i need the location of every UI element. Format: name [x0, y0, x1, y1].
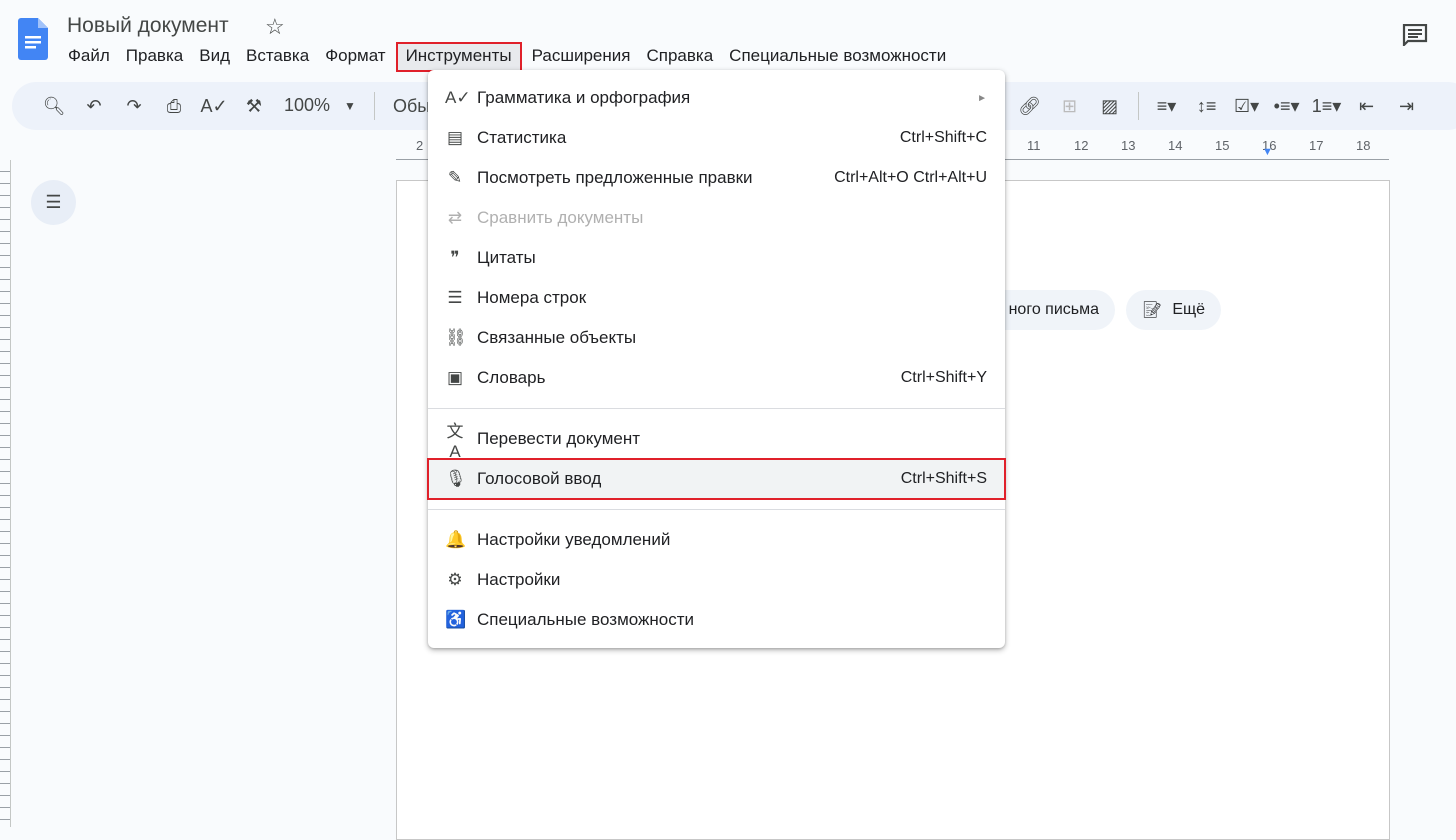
menu-item-label: Номера строк — [477, 288, 587, 307]
right-indent-marker[interactable]: ▼ — [1262, 146, 1273, 158]
menu-item[interactable]: ▣ Словарь Ctrl+Shift+Y — [428, 358, 1005, 398]
ruler-tick-label: 2 — [416, 138, 424, 153]
add-comment-icon[interactable]: ⊞ — [1050, 90, 1090, 122]
menu-tools[interactable]: Инструменты — [395, 42, 522, 72]
ruler-tick-label: 13 — [1121, 138, 1136, 153]
menu-item-label: Грамматика и орфография — [477, 88, 691, 107]
document-title[interactable]: Новый документ — [67, 14, 229, 38]
menu-item-label: Статистика — [477, 128, 567, 147]
ruler-tick-label: 14 — [1168, 138, 1183, 153]
spellcheck-icon: A✓ — [445, 88, 471, 107]
review-edits-icon: ✎ — [447, 168, 463, 187]
ruler-tick-label: 17 — [1309, 138, 1324, 153]
chevron-down-icon: ▼ — [344, 99, 356, 113]
add-note-icon: 📝︎ — [1142, 302, 1163, 319]
link-icon[interactable]: 🔗︎ — [1010, 90, 1050, 122]
chip-label: ного письма — [1008, 301, 1099, 318]
menu-format[interactable]: Формат — [317, 44, 393, 70]
checklist-icon[interactable]: ☑▾ — [1227, 90, 1267, 122]
menu-item-shortcut: ► — [977, 92, 987, 104]
compare-icon: ⇄ — [447, 208, 463, 227]
increase-indent-icon[interactable]: ⇥ — [1387, 90, 1427, 122]
chip-label: Ещё — [1172, 301, 1206, 318]
microphone-icon: 🎙 — [445, 469, 467, 488]
more-chip[interactable]: 📝︎ Ещё — [1126, 290, 1222, 330]
numbered-list-icon[interactable]: 1≡▾ — [1307, 90, 1347, 122]
menu-item[interactable]: ☰ Номера строк — [428, 278, 1005, 318]
star-icon[interactable]: ☆ — [265, 14, 285, 40]
menu-item[interactable]: 文A Перевести документ — [428, 419, 1005, 461]
menu-item-label: Словарь — [477, 368, 546, 387]
menu-item[interactable]: ❞ Цитаты — [428, 238, 1005, 278]
menu-divider — [428, 408, 1005, 409]
accessibility-icon: ♿ — [445, 610, 467, 629]
menu-item[interactable]: ⛓ Связанные объекты — [428, 318, 1005, 358]
print-icon[interactable]: ⎙ — [154, 90, 194, 122]
align-icon[interactable]: ≡▾ — [1147, 90, 1187, 122]
zoom-select[interactable]: 100% ▼ — [274, 95, 366, 117]
menu-item-label: Перевести документ — [477, 429, 641, 448]
word-count-icon: ▤ — [446, 128, 464, 147]
line-numbers-icon: ☰ — [447, 288, 463, 307]
redo-icon[interactable]: ↷ — [114, 90, 154, 122]
preferences-icon: ⚙ — [447, 570, 463, 589]
menu-accessibility[interactable]: Специальные возможности — [721, 44, 954, 70]
menu-item[interactable]: A✓ Грамматика и орфография ► — [428, 78, 1005, 118]
menu-insert[interactable]: Вставка — [238, 44, 317, 70]
menu-item[interactable]: ▤ Статистика Ctrl+Shift+C — [428, 118, 1005, 158]
menu-item[interactable]: 🎙 Голосовой ввод Ctrl+Shift+S — [427, 458, 1006, 500]
menu-item-label: Посмотреть предложенные правки — [477, 168, 753, 187]
line-spacing-icon[interactable]: ↕≡ — [1187, 90, 1227, 122]
menu-item-label: Сравнить документы — [477, 208, 644, 227]
outline-button[interactable]: ☰ — [31, 180, 76, 225]
menu-help[interactable]: Справка — [638, 44, 721, 70]
linked-objects-icon: ⛓ — [445, 328, 467, 347]
menu-item-label: Связанные объекты — [477, 328, 637, 347]
ruler-tick-label: 11 — [1027, 138, 1041, 153]
bell-icon: 🔔 — [445, 530, 467, 549]
image-icon[interactable]: ▨ — [1090, 90, 1130, 122]
decrease-indent-icon[interactable]: ⇤ — [1347, 90, 1387, 122]
translate-icon: 文A — [446, 421, 464, 461]
zoom-value: 100% — [284, 95, 331, 115]
menu-divider — [428, 509, 1005, 510]
dictionary-icon: ▣ — [446, 368, 464, 387]
ruler-tick-label: 18 — [1356, 138, 1371, 153]
menu-item[interactable]: ⇄ Сравнить документы — [428, 198, 1005, 238]
docs-logo-icon[interactable] — [18, 18, 48, 60]
menu-item-shortcut: Ctrl+Shift+Y — [900, 369, 987, 386]
paint-format-icon[interactable]: ⚒ — [234, 90, 274, 122]
menu-file[interactable]: Файл — [60, 44, 118, 70]
menu-item[interactable]: ⚙ Настройки — [428, 560, 1005, 600]
menu-item[interactable]: ♿ Специальные возможности — [428, 600, 1005, 640]
bulleted-list-icon[interactable]: •≡▾ — [1267, 90, 1307, 122]
menu-item[interactable]: 🔔 Настройки уведомлений — [428, 520, 1005, 560]
outline-list-icon: ☰ — [45, 192, 62, 212]
comments-icon[interactable] — [1402, 24, 1428, 46]
spellcheck-icon[interactable]: A✓ — [194, 90, 234, 122]
menu-edit[interactable]: Правка — [118, 44, 191, 70]
menu-item-label: Настройки — [477, 570, 561, 589]
ruler-tick-label: 15 — [1215, 138, 1230, 153]
ruler-tick-label: 12 — [1074, 138, 1089, 153]
menu-item[interactable]: ✎ Посмотреть предложенные правки Ctrl+Alt+… — [428, 158, 1005, 198]
menu-item-label: Настройки уведомлений — [477, 530, 671, 549]
toolbar-divider — [1137, 92, 1139, 120]
menu-extensions[interactable]: Расширения — [524, 44, 639, 70]
menu-item-shortcut: Ctrl+Shift+C — [899, 129, 987, 146]
menu-item-shortcut: Ctrl+Shift+S — [900, 470, 987, 487]
menu-view[interactable]: Вид — [191, 44, 238, 70]
toolbar-divider — [373, 92, 375, 120]
menu-item-label: Специальные возможности — [477, 610, 695, 629]
quote-icon: ❞ — [450, 248, 460, 267]
search-icon[interactable]: 🔍︎ — [34, 90, 74, 122]
menu-item-shortcut: Ctrl+Alt+O Ctrl+Alt+U — [834, 169, 987, 186]
vertical-ruler[interactable] — [0, 160, 11, 827]
menu-bar: Файл Правка Вид Вставка Формат Инструмен… — [60, 42, 954, 72]
menu-item-label: Голосовой ввод — [477, 469, 602, 488]
undo-icon[interactable]: ↶ — [74, 90, 114, 122]
menu-item-label: Цитаты — [477, 248, 536, 267]
tools-dropdown-menu: A✓ Грамматика и орфография ► ▤ Статистика Ctr… — [427, 70, 1006, 648]
